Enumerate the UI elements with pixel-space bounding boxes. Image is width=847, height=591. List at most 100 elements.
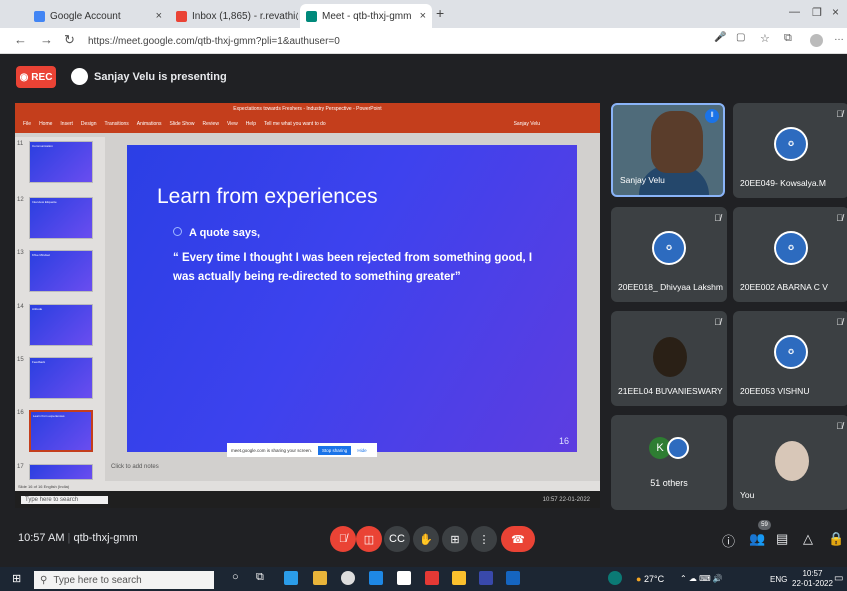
host-controls-icon[interactable]: 🔒	[828, 531, 844, 547]
hide-button[interactable]: Hide	[357, 448, 366, 453]
tab-inbox[interactable]: Inbox (1,865) - r.revathi@kpriet.ac ×	[170, 4, 298, 28]
sharing-text: meet.google.com is sharing your screen.	[231, 447, 313, 453]
dropbox-icon[interactable]	[397, 571, 411, 585]
raise-hand-button[interactable]: ✋	[413, 526, 439, 552]
language-indicator[interactable]: ENG	[770, 575, 787, 584]
thumb-number: 16	[17, 410, 24, 416]
camera-permission-icon[interactable]: ▢	[736, 32, 745, 43]
mic-permission-icon[interactable]: 🎤	[714, 32, 726, 43]
close-icon[interactable]: ×	[156, 10, 162, 22]
tab-title: Meet - qtb-thxj-gmm	[322, 10, 412, 22]
notes-placeholder: Click to add notes	[111, 464, 159, 470]
taskbar-search[interactable]: ⚲ Type here to search	[34, 571, 214, 589]
chrome-icon[interactable]	[341, 571, 355, 585]
participant-tile[interactable]: 🎙̸ ✪ 20EE049- Kowsalya.M	[733, 103, 847, 198]
ribbon-tab: Insert	[60, 121, 73, 127]
sticky-notes-icon[interactable]	[452, 571, 466, 585]
participant-tile[interactable]: 🎙̸ ✪ 20EE002 ABARNA C V	[733, 207, 847, 302]
camera-off-icon: ◫	[363, 533, 375, 546]
college-logo-avatar: ✪	[774, 127, 808, 161]
app-tray-icon[interactable]	[608, 571, 622, 585]
file-explorer-icon[interactable]	[313, 571, 327, 585]
edge-icon[interactable]	[284, 571, 298, 585]
participant-name: 20EE053 VISHNU	[740, 386, 810, 396]
mic-off-icon: 🎙̸	[338, 533, 348, 545]
activities-icon[interactable]: △	[803, 531, 813, 547]
thumb-number: 15	[17, 357, 24, 363]
taskbar-clock[interactable]: 10:57 22-01-2022	[792, 569, 833, 589]
more-options-button[interactable]: ⋮	[471, 526, 497, 552]
thumb-title: Interview Etiquette	[32, 200, 57, 204]
participant-name: 20EE049- Kowsalya.M	[740, 178, 826, 188]
back-icon[interactable]: ←	[14, 32, 27, 47]
collections-icon[interactable]: ⧉	[784, 32, 792, 45]
thumb-title: Kfive Mindset	[32, 253, 51, 257]
presenter-avatar	[71, 68, 88, 85]
recording-indicator[interactable]: ◉ REC	[16, 66, 56, 88]
new-tab-button[interactable]: +	[436, 5, 444, 21]
tab-title: Inbox (1,865) - r.revathi@kpriet.ac	[192, 10, 298, 22]
college-logo-avatar: ✪	[774, 231, 808, 265]
speaking-indicator-icon: ⦀	[705, 109, 719, 123]
photos-icon[interactable]	[479, 571, 493, 585]
participant-tile[interactable]: 🎙̸ ✪ 20EE053 VISHNU	[733, 311, 847, 406]
close-icon[interactable]: ×	[420, 10, 426, 22]
ppt-status-bar: Slide 16 of 16 English (India)	[15, 481, 600, 491]
people-icon[interactable]: 👥	[749, 531, 765, 547]
ppt-ribbon: File Home Insert Design Transitions Anim…	[15, 115, 600, 133]
self-tile[interactable]: 🎙̸ You	[733, 415, 847, 510]
shared-screen: Expectations towards Freshers - Industry…	[15, 103, 600, 508]
thumb-title: Communication	[32, 144, 53, 148]
slide-thumbnail: Feedback	[29, 357, 93, 399]
reload-icon[interactable]: ↻	[64, 32, 75, 48]
mic-off-icon: 🎙̸	[836, 109, 843, 119]
participant-tile-presenter[interactable]: ⦀ Sanjay Velu	[611, 103, 725, 197]
task-view-icon[interactable]: ⧉	[256, 571, 270, 585]
participant-tile[interactable]: 🎙̸ ✪ 20EE018_ Dhivyaa Lakshm...	[611, 207, 727, 302]
office-icon[interactable]	[425, 571, 439, 585]
notifications-icon[interactable]: ▭	[834, 573, 843, 584]
inner-clock: 10:57 22-01-2022	[542, 496, 590, 503]
meeting-details-icon[interactable]: ⓘ	[722, 531, 735, 550]
mic-toggle-button[interactable]: 🎙̸	[330, 526, 356, 552]
url-field[interactable]: https://meet.google.com/qtb-thxj-gmm?pli…	[88, 33, 698, 50]
bookmark-icon[interactable]: ☆	[760, 32, 770, 45]
word-icon[interactable]	[506, 571, 520, 585]
thumb-title: Learn from experiences	[33, 414, 65, 418]
weather-widget[interactable]: ● 27°C	[636, 574, 664, 584]
tab-meet[interactable]: Meet - qtb-thxj-gmm ×	[300, 4, 432, 28]
ribbon-search: Tell me what you want to do	[263, 121, 326, 127]
tab-google-account[interactable]: Google Account ×	[28, 4, 168, 28]
mic-off-icon: 🎙̸	[836, 317, 843, 327]
end-call-button[interactable]: ☎	[501, 526, 535, 552]
taskbar-search-placeholder: Type here to search	[53, 574, 142, 586]
meeting-time: 10:57 AM	[18, 532, 65, 544]
others-tile[interactable]: K 51 others	[611, 415, 727, 510]
menu-icon[interactable]: …	[834, 32, 844, 43]
system-tray-icons[interactable]: ⌃ ☁ ⌨ 🔊	[680, 574, 723, 583]
camera-toggle-button[interactable]: ◫	[356, 526, 382, 552]
more-vert-icon: ⋮	[478, 533, 490, 546]
ribbon-tab: Slide Show	[169, 121, 195, 127]
participant-tile[interactable]: 🎙̸ 21EEL04 BUVANIESWARY ...	[611, 311, 727, 406]
forward-icon[interactable]: →	[40, 32, 53, 47]
ribbon-tab: View	[226, 121, 238, 127]
thumb-number: 17	[17, 464, 24, 470]
chat-icon[interactable]: ▤	[776, 531, 788, 547]
stop-sharing-button[interactable]: Stop sharing	[318, 445, 352, 455]
captions-button[interactable]: CC	[384, 526, 410, 552]
slide-quote: “ Every time I thought I was been reject…	[173, 252, 533, 283]
window-close-icon[interactable]: ×	[832, 5, 839, 19]
ribbon-tab: Design	[80, 121, 97, 127]
record-icon: ◉	[19, 71, 29, 83]
minimize-icon[interactable]: —	[789, 6, 800, 18]
present-button[interactable]: ⊞	[442, 526, 468, 552]
mail-icon[interactable]	[369, 571, 383, 585]
restore-icon[interactable]: ❐	[812, 6, 822, 19]
search-icon: ⚲	[40, 574, 48, 586]
cortana-icon[interactable]: ○	[232, 571, 246, 585]
inner-taskbar: Type here to search 10:57 22-01-2022	[15, 491, 600, 508]
windows-start-icon[interactable]: ⊞	[12, 572, 21, 585]
slide-thumbnail: Communication	[29, 141, 93, 183]
profile-avatar[interactable]	[810, 34, 823, 47]
